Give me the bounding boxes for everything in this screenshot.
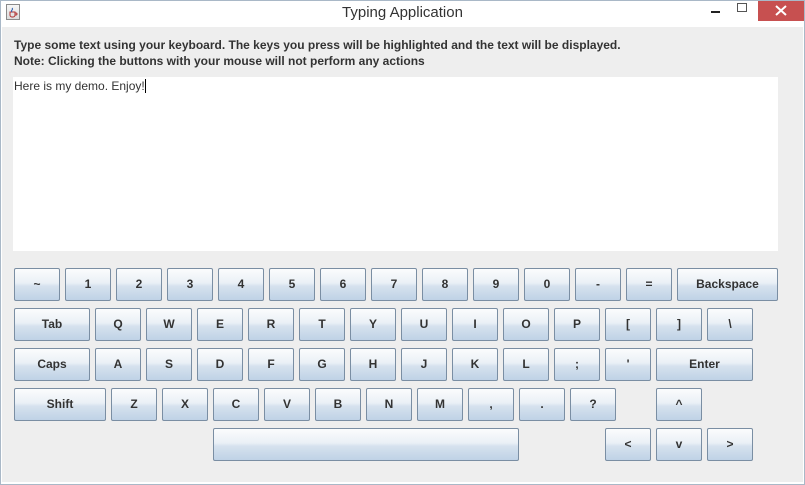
key-down-arrow[interactable]: v	[656, 428, 702, 461]
key-up-arrow[interactable]: ^	[656, 388, 702, 421]
key-left-arrow[interactable]: <	[605, 428, 651, 461]
key-d[interactable]: D	[197, 348, 243, 381]
key-r[interactable]: R	[248, 308, 294, 341]
key-h[interactable]: H	[350, 348, 396, 381]
key-backslash[interactable]: \	[707, 308, 753, 341]
key-2[interactable]: 2	[116, 268, 162, 301]
key-tilde[interactable]: ~	[14, 268, 60, 301]
key-8[interactable]: 8	[422, 268, 468, 301]
key-y[interactable]: Y	[350, 308, 396, 341]
key-t[interactable]: T	[299, 308, 345, 341]
content-pane: Type some text using your keyboard. The …	[2, 27, 803, 482]
key-1[interactable]: 1	[65, 268, 111, 301]
key-m[interactable]: M	[417, 388, 463, 421]
maximize-button[interactable]	[729, 1, 755, 21]
typing-text-area[interactable]: Here is my demo. Enjoy!	[13, 77, 778, 251]
instruction-line-1: Type some text using your keyboard. The …	[14, 38, 621, 52]
minimize-button[interactable]	[702, 1, 728, 21]
key-tab[interactable]: Tab	[14, 308, 90, 341]
key-k[interactable]: K	[452, 348, 498, 381]
key-0[interactable]: 0	[524, 268, 570, 301]
maximize-icon	[737, 3, 747, 12]
key-backspace[interactable]: Backspace	[677, 268, 778, 301]
key-o[interactable]: O	[503, 308, 549, 341]
key-close-bracket[interactable]: ]	[656, 308, 702, 341]
minimize-icon	[711, 11, 720, 13]
key-comma[interactable]: ,	[468, 388, 514, 421]
key-7[interactable]: 7	[371, 268, 417, 301]
key-z[interactable]: Z	[111, 388, 157, 421]
key-minus[interactable]: -	[575, 268, 621, 301]
close-icon	[775, 5, 787, 16]
window-title: Typing Application	[342, 4, 463, 21]
key-g[interactable]: G	[299, 348, 345, 381]
key-b[interactable]: B	[315, 388, 361, 421]
key-right-arrow[interactable]: >	[707, 428, 753, 461]
key-apostrophe[interactable]: '	[605, 348, 651, 381]
key-5[interactable]: 5	[269, 268, 315, 301]
key-question[interactable]: ?	[570, 388, 616, 421]
key-a[interactable]: A	[95, 348, 141, 381]
application-window: Typing Application Type some text using …	[0, 0, 805, 485]
key-semicolon[interactable]: ;	[554, 348, 600, 381]
key-4[interactable]: 4	[218, 268, 264, 301]
key-f[interactable]: F	[248, 348, 294, 381]
key-3[interactable]: 3	[167, 268, 213, 301]
key-open-bracket[interactable]: [	[605, 308, 651, 341]
key-n[interactable]: N	[366, 388, 412, 421]
key-u[interactable]: U	[401, 308, 447, 341]
key-enter[interactable]: Enter	[656, 348, 753, 381]
key-q[interactable]: Q	[95, 308, 141, 341]
key-v[interactable]: V	[264, 388, 310, 421]
key-shift[interactable]: Shift	[14, 388, 106, 421]
title-bar[interactable]: Typing Application	[1, 1, 804, 26]
key-x[interactable]: X	[162, 388, 208, 421]
key-i[interactable]: I	[452, 308, 498, 341]
typed-text: Here is my demo. Enjoy!	[14, 79, 146, 93]
key-period[interactable]: .	[519, 388, 565, 421]
key-c[interactable]: C	[213, 388, 259, 421]
key-e[interactable]: E	[197, 308, 243, 341]
key-caps[interactable]: Caps	[14, 348, 90, 381]
key-s[interactable]: S	[146, 348, 192, 381]
key-w[interactable]: W	[146, 308, 192, 341]
text-caret	[144, 79, 146, 93]
close-button[interactable]	[758, 1, 804, 21]
key-p[interactable]: P	[554, 308, 600, 341]
typed-text-value: Here is my demo. Enjoy!	[14, 79, 145, 93]
instruction-line-2: Note: Clicking the buttons with your mou…	[14, 54, 425, 68]
key-space[interactable]	[213, 428, 519, 461]
key-j[interactable]: J	[401, 348, 447, 381]
key-l[interactable]: L	[503, 348, 549, 381]
key-9[interactable]: 9	[473, 268, 519, 301]
key-equals[interactable]: =	[626, 268, 672, 301]
key-6[interactable]: 6	[320, 268, 366, 301]
